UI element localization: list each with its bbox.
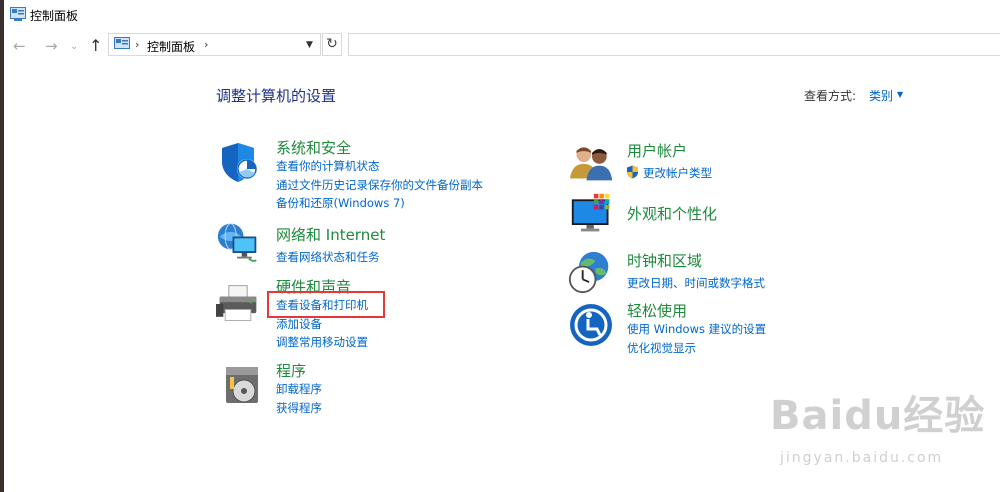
refresh-button[interactable]: ↻ <box>322 33 342 56</box>
shield-icon <box>222 143 257 182</box>
link-view-network-status[interactable]: 查看网络状态和任务 <box>276 249 380 265</box>
link-optimize-visual-display[interactable]: 优化视觉显示 <box>627 340 696 356</box>
printer-icon <box>216 285 257 321</box>
link-add-device[interactable]: 添加设备 <box>276 316 322 332</box>
category-ease-of-access[interactable]: 轻松使用 <box>627 300 687 321</box>
baidu-jingyan-watermark: Baidu经验 <box>770 393 986 439</box>
refresh-icon: ↻ <box>326 36 338 52</box>
arrow-left-icon: ← <box>13 37 26 55</box>
users-icon <box>570 147 613 181</box>
monitor-palette-icon <box>571 193 610 232</box>
clock-globe-icon <box>568 251 609 294</box>
link-mobility-settings[interactable]: 调整常用移动设置 <box>276 334 368 350</box>
category-clock-region[interactable]: 时钟和区域 <box>627 250 702 271</box>
link-uninstall-program[interactable]: 卸载程序 <box>276 381 322 397</box>
link-change-date-time-format[interactable]: 更改日期、时间或数字格式 <box>627 275 765 291</box>
address-bar[interactable] <box>108 33 321 56</box>
category-user-accounts[interactable]: 用户帐户 <box>627 140 687 161</box>
link-change-account-type[interactable]: 更改帐户类型 <box>643 165 712 181</box>
control-panel-icon <box>10 7 26 21</box>
category-network-internet[interactable]: 网络和 Internet <box>276 224 385 245</box>
chevron-right-icon: › <box>135 38 140 51</box>
ease-of-access-icon <box>570 304 612 346</box>
category-programs[interactable]: 程序 <box>276 360 306 381</box>
address-control-panel-icon <box>114 37 130 49</box>
link-windows-recommended-settings[interactable]: 使用 Windows 建议的设置 <box>627 321 766 337</box>
back-button[interactable]: ← <box>13 37 26 55</box>
network-globe-icon <box>217 223 257 262</box>
forward-button[interactable]: → <box>45 37 58 55</box>
desktop-edge <box>0 0 4 492</box>
link-get-programs[interactable]: 获得程序 <box>276 400 322 416</box>
uac-shield-icon <box>627 165 638 179</box>
up-button[interactable]: ↑ <box>89 36 102 55</box>
highlight-annotation-box <box>267 291 385 318</box>
search-input[interactable] <box>348 33 1000 56</box>
watermark-url: jingyan.baidu.com <box>780 450 944 466</box>
breadcrumb-control-panel[interactable]: 控制面板 <box>147 38 195 55</box>
link-view-computer-status[interactable]: 查看你的计算机状态 <box>276 158 380 174</box>
chevron-down-icon[interactable]: ▼ <box>306 40 313 50</box>
recent-locations-button[interactable]: ⌄ <box>70 41 78 52</box>
title-bar <box>4 0 1000 30</box>
arrow-right-icon: → <box>45 37 58 55</box>
category-system-security[interactable]: 系统和安全 <box>276 137 351 158</box>
chevron-down-icon: ⌄ <box>70 41 79 52</box>
link-file-history-backup[interactable]: 通过文件历史记录保存你的文件备份副本 <box>276 177 483 193</box>
link-backup-restore[interactable]: 备份和还原(Windows 7) <box>276 195 405 211</box>
view-by-label: 查看方式: <box>804 89 857 103</box>
programs-disc-icon <box>226 367 258 403</box>
window-title: 控制面板 <box>30 9 79 23</box>
view-by-dropdown[interactable]: 类别 <box>869 87 893 104</box>
caret-down-icon[interactable]: ▼ <box>897 90 903 99</box>
chevron-right-icon[interactable]: › <box>204 38 208 51</box>
arrow-up-icon: ↑ <box>89 36 103 55</box>
page-title: 调整计算机的设置 <box>216 87 337 105</box>
category-appearance-personalization[interactable]: 外观和个性化 <box>627 203 717 224</box>
